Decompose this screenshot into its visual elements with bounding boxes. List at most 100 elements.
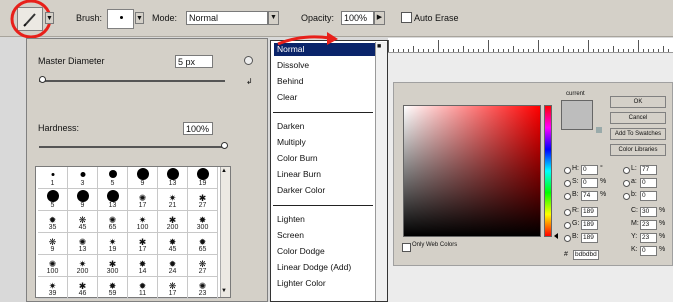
blend-mode-item[interactable]: Dissolve	[274, 59, 377, 72]
field-input[interactable]: 77	[640, 165, 657, 175]
brush-preset[interactable]: ✷ 19	[98, 233, 128, 255]
blend-mode-item[interactable]: Lighter Color	[274, 277, 377, 290]
brush-preset[interactable]: ✱ 46	[68, 277, 98, 299]
ok-button[interactable]: OK	[610, 96, 666, 108]
opacity-input[interactable]: 100%	[341, 11, 374, 25]
color-mode-radio[interactable]	[564, 235, 571, 242]
checkbox-only-web[interactable]	[402, 243, 411, 252]
blend-mode-item[interactable]: Linear Dodge (Add)	[274, 261, 377, 274]
color-mode-radio[interactable]	[564, 193, 571, 200]
brush-preset[interactable]: 3	[68, 167, 98, 189]
hardness-slider-track[interactable]	[39, 146, 225, 148]
field-input[interactable]: 189	[581, 220, 598, 230]
color-mode-radio[interactable]	[564, 167, 571, 174]
brush-preset[interactable]: ❋ 45	[68, 211, 98, 233]
mode-select[interactable]: Normal	[186, 11, 268, 25]
scroll-down-icon[interactable]: ▼	[221, 288, 227, 294]
brush-preset[interactable]: ✺ 17	[128, 189, 158, 211]
brush-preset[interactable]: 9	[68, 189, 98, 211]
brush-preset[interactable]: 13	[98, 189, 128, 211]
color-libraries-button[interactable]: Color Libraries	[610, 144, 666, 156]
brush-preset[interactable]: ✹ 65	[188, 233, 218, 255]
auto-erase-checkbox[interactable]	[401, 12, 412, 23]
brush-preset[interactable]: ✸ 300	[188, 211, 218, 233]
brush-preset[interactable]: 5	[98, 167, 128, 189]
color-mode-radio[interactable]	[564, 222, 571, 229]
brush-preset[interactable]: 9	[128, 167, 158, 189]
opacity-dropdown-button[interactable]: ▶	[374, 11, 385, 25]
brush-preset[interactable]: ❋ 27	[188, 255, 218, 277]
field-input[interactable]: 189	[581, 233, 598, 243]
blend-mode-item[interactable]: Screen	[274, 229, 377, 242]
alert-cube-icon[interactable]	[596, 127, 602, 133]
field-input[interactable]: 0	[640, 178, 657, 188]
brush-preset[interactable]: 5	[38, 189, 68, 211]
blend-mode-item[interactable]: Color Dodge	[274, 245, 377, 258]
field-input[interactable]: 23	[640, 220, 657, 230]
panel-menu-icon[interactable]	[244, 56, 253, 65]
brush-preset[interactable]: ✷ 21	[158, 189, 188, 211]
field-input[interactable]: 0	[640, 191, 657, 201]
brush-preset[interactable]: ✹ 24	[158, 255, 188, 277]
brush-preset[interactable]: ✺ 23	[188, 277, 218, 299]
tool-preset-dropdown[interactable]: ▼	[45, 12, 54, 24]
master-diameter-input[interactable]: 5 px	[175, 55, 213, 68]
diameter-slider-track[interactable]	[39, 80, 225, 82]
blend-mode-item[interactable]: Linear Burn	[274, 168, 377, 181]
mode-dropdown-button[interactable]: ▼	[268, 11, 279, 25]
brush-preset[interactable]: ✱ 200	[158, 211, 188, 233]
field-input[interactable]: 30	[640, 207, 657, 217]
brush-preset[interactable]: ✺ 13	[68, 233, 98, 255]
blend-mode-item[interactable]: Color Burn	[274, 152, 377, 165]
blend-mode-item[interactable]: Multiply	[274, 136, 377, 149]
grid-scrollbar[interactable]	[220, 167, 230, 297]
brush-preset[interactable]: ✱ 27	[188, 189, 218, 211]
color-mode-radio[interactable]	[623, 167, 630, 174]
menu-scrollbar[interactable]	[375, 42, 387, 301]
scroll-up-icon[interactable]: ▲	[221, 168, 227, 174]
cancel-button[interactable]: Cancel	[610, 112, 666, 124]
field-input[interactable]: 0	[581, 165, 598, 175]
color-mode-radio[interactable]	[623, 180, 630, 187]
reset-icon[interactable]: ↲	[246, 77, 253, 86]
brush-preset[interactable]: 19	[188, 167, 218, 189]
hardness-slider-thumb[interactable]	[221, 142, 228, 149]
brush-preset[interactable]: 13	[158, 167, 188, 189]
brush-preset[interactable]: ✱ 300	[98, 255, 128, 277]
field-input[interactable]: 74	[581, 191, 598, 201]
brush-preset[interactable]: ❋ 17	[158, 277, 188, 299]
brush-preset[interactable]: ✷ 100	[128, 211, 158, 233]
hex-input[interactable]: bdbdbd	[573, 250, 599, 260]
blend-mode-item[interactable]: Darken	[274, 120, 377, 133]
brush-preset[interactable]: ❋ 9	[38, 233, 68, 255]
brush-dropdown[interactable]: ▼	[135, 12, 144, 24]
brush-preset[interactable]: ✹ 11	[128, 277, 158, 299]
brush-preset[interactable]: ✹ 35	[38, 211, 68, 233]
brush-preset[interactable]: ✷ 39	[38, 277, 68, 299]
color-mode-radio[interactable]	[564, 180, 571, 187]
diameter-slider-thumb[interactable]	[39, 76, 46, 83]
color-mode-radio[interactable]	[564, 209, 571, 216]
hardness-input[interactable]: 100%	[183, 122, 213, 135]
hue-slider-arrow[interactable]	[554, 233, 558, 239]
brush-preset[interactable]: 1	[38, 167, 68, 189]
field-input[interactable]: 189	[581, 207, 598, 217]
brush-preset[interactable]: ✸ 45	[158, 233, 188, 255]
brush-preset[interactable]: ✷ 200	[68, 255, 98, 277]
blend-mode-item[interactable]: Behind	[274, 75, 377, 88]
menu-scroll-icon[interactable]: ■	[377, 43, 381, 50]
brush-preset[interactable]: ✺ 65	[98, 211, 128, 233]
blend-mode-item[interactable]: Darker Color	[274, 184, 377, 197]
color-field[interactable]	[403, 105, 541, 237]
field-input[interactable]: 0	[581, 178, 598, 188]
blend-mode-item[interactable]: Clear	[274, 91, 377, 104]
field-input[interactable]: 0	[640, 246, 657, 256]
color-mode-radio[interactable]	[623, 193, 630, 200]
add-to-swatches-button[interactable]: Add To Swatches	[610, 128, 666, 140]
brush-preset[interactable]: ✸ 14	[128, 255, 158, 277]
brush-preset[interactable]: ✸ 59	[98, 277, 128, 299]
brush-preset[interactable]: ✺ 100	[38, 255, 68, 277]
brush-preset[interactable]: ✱ 17	[128, 233, 158, 255]
field-input[interactable]: 23	[640, 233, 657, 243]
hue-slider[interactable]	[544, 105, 552, 237]
